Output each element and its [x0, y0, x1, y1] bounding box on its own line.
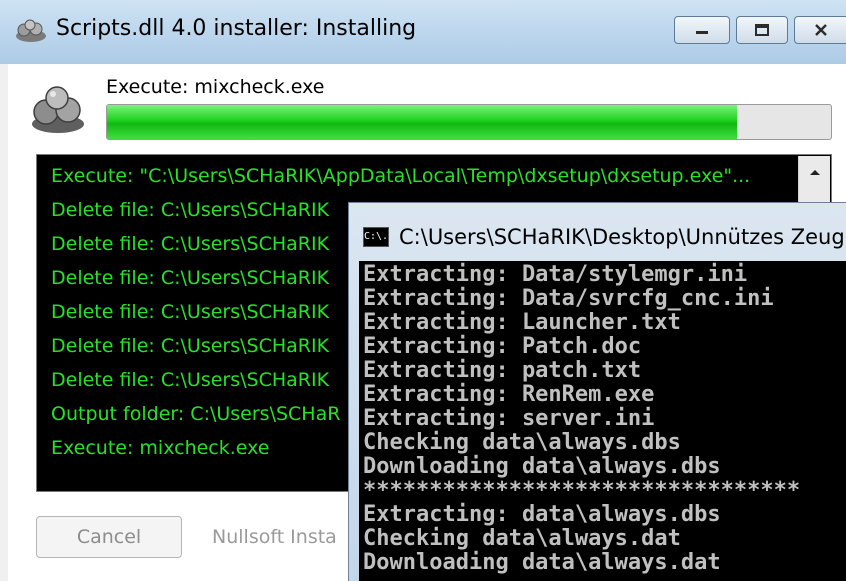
console-line: Extracting: RenRem.exe [363, 382, 655, 407]
log-line: Delete file: C:\Users\SCHaRIK [51, 335, 330, 357]
log-line: Delete file: C:\Users\SCHaRIK [51, 199, 330, 221]
console-line: Checking data\always.dat [363, 526, 681, 551]
scroll-up-button[interactable] [799, 156, 830, 188]
status-label: Execute: mixcheck.exe [106, 76, 325, 98]
console-title: C:\Users\SCHaRIK\Desktop\Unnützes Zeug [399, 225, 845, 249]
minimize-button[interactable] [674, 16, 730, 44]
log-line: Delete file: C:\Users\SCHaRIK [51, 301, 330, 323]
console-line: Extracting: patch.txt [363, 358, 642, 383]
console-window[interactable]: C:\. C:\Users\SCHaRIK\Desktop\Unnützes Z… [348, 202, 846, 581]
installer-app-icon [16, 19, 46, 42]
arrow-up-icon [809, 170, 820, 175]
nsis-branding: Nullsoft Insta [212, 526, 337, 548]
console-line: Extracting: Data/stylemgr.ini [363, 262, 748, 287]
minimize-icon [696, 31, 708, 34]
install-progress-bar [106, 104, 832, 140]
close-button[interactable] [794, 16, 846, 44]
installer-titlebar[interactable]: Scripts.dll 4.0 installer: Installing [0, 0, 846, 64]
progress-fill [107, 105, 737, 139]
maximize-button[interactable] [736, 16, 788, 44]
installer-title: Scripts.dll 4.0 installer: Installing [56, 16, 417, 41]
installer-big-icon [32, 86, 84, 133]
console-line: Extracting: Patch.doc [363, 334, 642, 359]
maximize-icon [755, 24, 769, 36]
log-line: Delete file: C:\Users\SCHaRIK [51, 267, 330, 289]
log-line: Execute: "C:\Users\SCHaRIK\AppData\Local… [51, 165, 751, 187]
console-icon: C:\. [363, 227, 389, 247]
console-line: Extracting: server.ini [363, 406, 655, 431]
console-line: ********************************* [363, 478, 801, 503]
console-line: Checking data\always.dbs [363, 430, 681, 455]
log-line: Delete file: C:\Users\SCHaRIK [51, 233, 330, 255]
log-line: Execute: mixcheck.exe [51, 437, 270, 459]
close-icon [814, 24, 827, 36]
console-line: Extracting: Launcher.txt [363, 310, 681, 335]
console-line: Extracting: data\always.dbs [363, 502, 721, 527]
log-line: Delete file: C:\Users\SCHaRIK [51, 369, 330, 391]
console-output: Extracting: Data/stylemgr.ini Extracting:… [359, 261, 846, 581]
console-line: Downloading data\always.dbs [363, 454, 721, 479]
log-line: Output folder: C:\Users\SCHaR [51, 403, 341, 425]
console-line: Downloading data\always.dat [363, 550, 721, 575]
console-line: Extracting: Data/svrcfg_cnc.ini [363, 286, 774, 311]
cancel-button[interactable]: Cancel [36, 516, 182, 558]
